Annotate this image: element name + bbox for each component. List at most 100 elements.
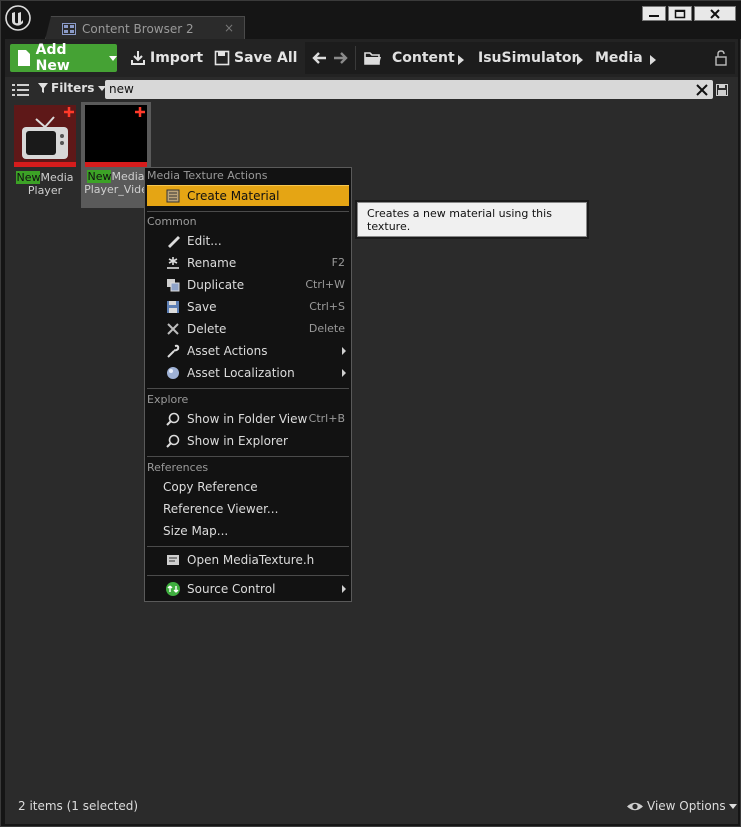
maximize-button[interactable] xyxy=(668,6,692,21)
globe-icon xyxy=(165,365,181,381)
filters-button[interactable]: Filters xyxy=(38,81,107,95)
window-controls xyxy=(642,6,736,21)
code-file-icon xyxy=(165,552,181,568)
menu-item-create-material[interactable]: Create Material xyxy=(147,185,349,206)
minimize-icon xyxy=(649,14,659,17)
filter-icon xyxy=(38,83,48,93)
submenu-arrow-icon xyxy=(342,346,346,355)
breadcrumb: Content IsuSimulator Media xyxy=(305,42,735,74)
menu-item-duplicate[interactable]: Duplicate Ctrl+W xyxy=(147,274,349,295)
breadcrumb-arrow-icon[interactable] xyxy=(650,55,656,65)
menu-section-explore: Explore xyxy=(147,393,189,406)
content-browser-icon xyxy=(62,22,76,35)
view-options-label: View Options xyxy=(647,799,726,813)
delete-x-icon xyxy=(165,321,181,337)
search-value: new xyxy=(109,82,134,96)
chevron-down-icon xyxy=(728,803,737,809)
folder-icon[interactable] xyxy=(364,51,382,65)
wrench-icon xyxy=(165,343,181,359)
menu-item-save[interactable]: Save Ctrl+S xyxy=(147,296,349,317)
filters-label: Filters xyxy=(51,81,95,95)
menu-separator xyxy=(147,211,349,212)
save-search-icon[interactable] xyxy=(716,84,728,96)
menu-item-open-header[interactable]: Open MediaTexture.h xyxy=(147,549,349,570)
save-all-label: Save All xyxy=(234,50,298,66)
minimize-button[interactable] xyxy=(642,6,666,21)
menu-item-source-control[interactable]: Source Control xyxy=(147,578,349,599)
eye-icon xyxy=(627,802,643,810)
menu-item-show-in-folder-view[interactable]: Show in Folder View Ctrl+B xyxy=(147,408,349,429)
menu-section-common: Common xyxy=(147,215,197,228)
tooltip: Creates a new material using this textur… xyxy=(357,202,587,237)
menu-item-asset-actions[interactable]: Asset Actions xyxy=(147,340,349,361)
submenu-arrow-icon xyxy=(342,584,346,593)
material-icon xyxy=(165,188,181,204)
breadcrumb-divider xyxy=(355,46,356,70)
chevron-down-icon xyxy=(109,55,117,61)
breadcrumb-arrow-icon[interactable] xyxy=(458,55,464,65)
menu-item-size-map[interactable]: Size Map... xyxy=(147,520,349,541)
tab-close-button[interactable]: × xyxy=(224,21,234,35)
add-new-label: Add New xyxy=(35,42,70,74)
submenu-arrow-icon xyxy=(342,368,346,377)
breadcrumb-content[interactable]: Content xyxy=(392,50,455,66)
pencil-icon xyxy=(165,233,181,249)
content-browser-window: Content Browser 2 × Add New Import Save … xyxy=(0,0,741,827)
menu-section-media-texture-actions: Media Texture Actions xyxy=(147,169,268,182)
asset-name: NewMedia Player_Vide xyxy=(84,170,148,196)
context-menu: Media Texture Actions Create Material Co… xyxy=(144,167,352,602)
back-arrow-icon[interactable] xyxy=(312,51,328,65)
import-button[interactable]: Import xyxy=(130,44,203,72)
search-highlight: New xyxy=(16,171,41,184)
maximize-icon xyxy=(674,9,686,18)
plus-icon xyxy=(64,107,74,117)
rename-icon xyxy=(165,255,181,271)
magnifier-icon xyxy=(165,411,181,427)
menu-item-edit[interactable]: Edit... xyxy=(147,230,349,251)
close-icon xyxy=(710,8,720,19)
menu-item-reference-viewer[interactable]: Reference Viewer... xyxy=(147,498,349,519)
menu-section-references: References xyxy=(147,461,209,474)
asset-thumbnail xyxy=(14,105,76,167)
menu-item-rename[interactable]: Rename F2 xyxy=(147,252,349,273)
filter-row: Filters new xyxy=(5,79,738,101)
menu-separator xyxy=(147,546,349,547)
save-icon xyxy=(214,50,230,66)
new-file-icon xyxy=(18,50,30,66)
magnifier-icon xyxy=(165,433,181,449)
tab-content-browser[interactable]: Content Browser 2 × xyxy=(45,16,245,40)
asset-name: NewMedia Player xyxy=(16,171,74,197)
lock-icon[interactable] xyxy=(714,50,728,66)
asset-tile[interactable]: NewMedia Player xyxy=(12,103,78,197)
add-new-button[interactable]: Add New xyxy=(10,42,117,74)
close-window-button[interactable] xyxy=(694,6,736,21)
asset-tile-selected[interactable]: NewMedia Player_Vide xyxy=(81,102,151,208)
save-icon xyxy=(165,299,181,315)
title-bar: Content Browser 2 × xyxy=(1,1,741,40)
menu-item-show-in-explorer[interactable]: Show in Explorer xyxy=(147,430,349,451)
plus-icon xyxy=(135,107,145,117)
menu-item-delete[interactable]: Delete Delete xyxy=(147,318,349,339)
menu-item-copy-reference[interactable]: Copy Reference xyxy=(147,476,349,497)
breadcrumb-isusimulator[interactable]: IsuSimulator xyxy=(478,50,578,66)
import-icon xyxy=(131,51,145,65)
sources-panel-toggle-icon[interactable] xyxy=(12,83,30,97)
view-options-button[interactable]: View Options xyxy=(626,799,737,813)
import-label: Import xyxy=(150,50,204,66)
breadcrumb-media[interactable]: Media xyxy=(595,50,643,66)
forward-arrow-icon[interactable] xyxy=(332,51,348,65)
source-control-icon xyxy=(165,581,181,597)
asset-thumbnail xyxy=(85,105,147,167)
menu-separator xyxy=(147,388,349,389)
breadcrumb-arrow-icon[interactable] xyxy=(577,55,583,65)
unreal-logo-icon xyxy=(5,5,31,31)
menu-separator xyxy=(147,456,349,457)
menu-item-asset-localization[interactable]: Asset Localization xyxy=(147,362,349,383)
save-all-button[interactable]: Save All xyxy=(214,44,297,72)
item-count-status: 2 items (1 selected) xyxy=(18,799,139,813)
duplicate-icon xyxy=(165,277,181,293)
toolbar: Add New Import Save All Content IsuSimul… xyxy=(5,39,738,77)
clear-search-icon[interactable] xyxy=(695,83,709,97)
tab-label: Content Browser 2 xyxy=(82,21,194,36)
search-input[interactable]: new xyxy=(105,80,713,99)
